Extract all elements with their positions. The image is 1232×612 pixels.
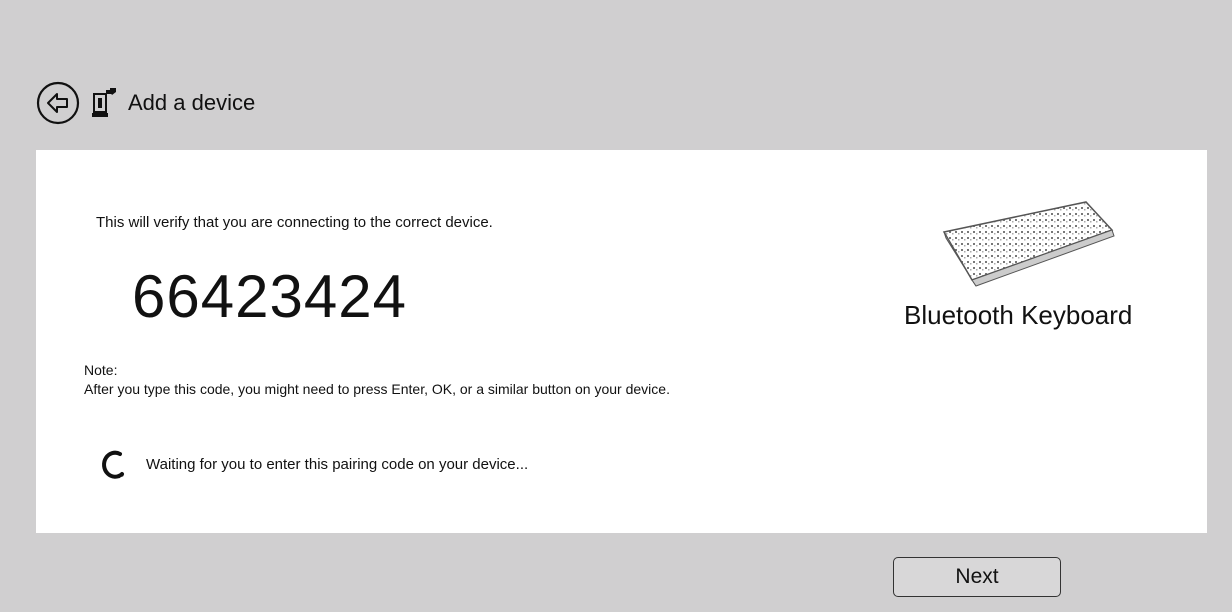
device-name: Bluetooth Keyboard [904, 300, 1133, 330]
next-button[interactable]: Next [893, 557, 1061, 597]
waiting-text: Waiting for you to enter this pairing co… [146, 455, 529, 473]
note-label: Note: [84, 362, 118, 378]
spinner-icon [102, 450, 124, 479]
verify-text: This will verify that you are connecting… [96, 214, 493, 231]
keyboard-icon [942, 201, 1115, 287]
header: Add a device [36, 80, 255, 126]
add-device-icon [92, 88, 116, 117]
content-panel: This will verify that you are connecting… [36, 150, 1207, 533]
note-body: After you type this code, you might need… [84, 381, 670, 397]
pairing-code: 66423424 [132, 263, 407, 330]
back-arrow-icon[interactable] [36, 81, 80, 125]
page-title: Add a device [128, 90, 256, 115]
waiting-status: Waiting for you to enter this pairing co… [100, 448, 528, 480]
